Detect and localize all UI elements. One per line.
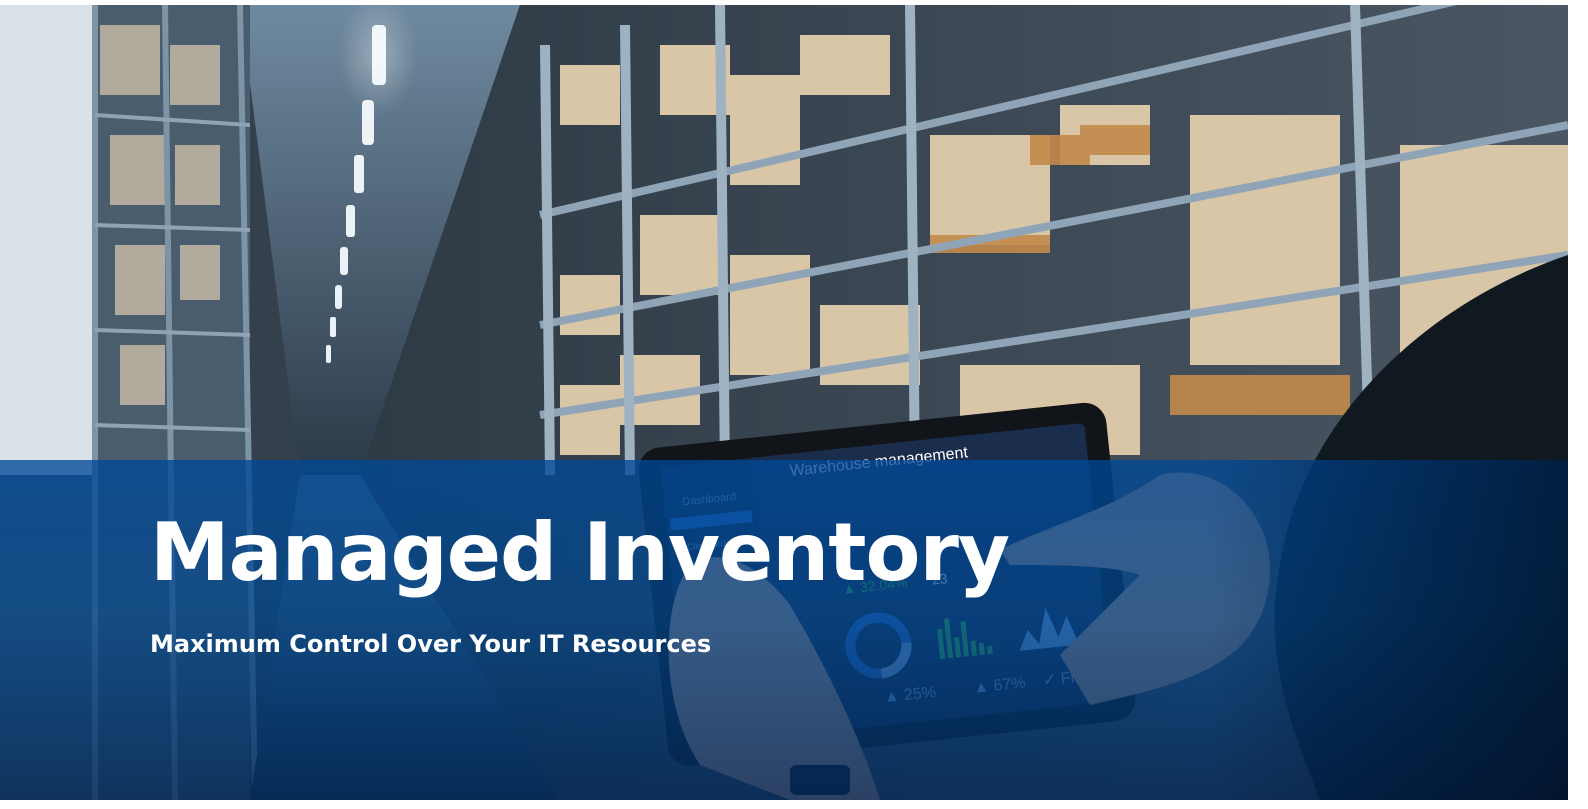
hero-title: Managed Inventory — [150, 506, 1010, 599]
hero-subtitle: Maximum Control Over Your IT Resources — [150, 630, 712, 658]
hero-banner: Warehouse management Dashboard Client or… — [0, 5, 1568, 800]
